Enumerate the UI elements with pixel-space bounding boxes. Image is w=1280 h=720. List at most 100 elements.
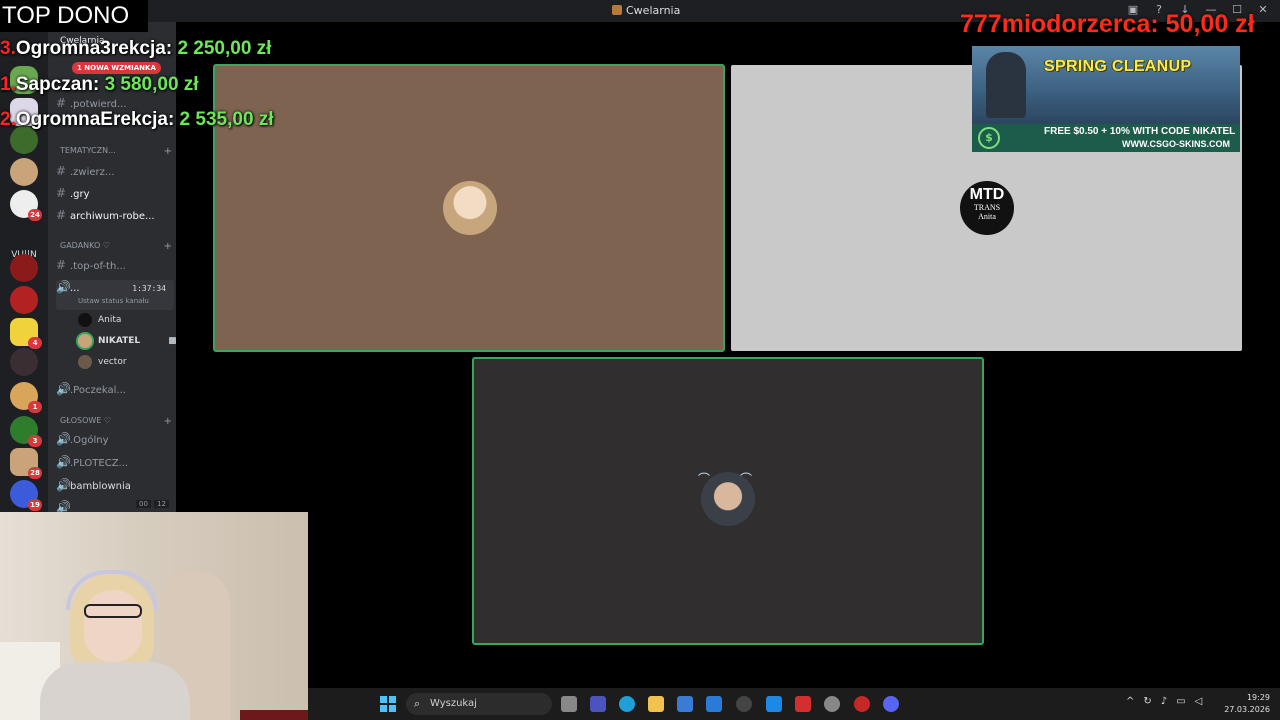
new-mention-pill[interactable]: 1 NOWA WZMIANKA [72,62,161,74]
app-icon[interactable] [736,696,752,712]
microphone-icon[interactable]: ♪ [1161,696,1167,707]
chevron-up-icon[interactable]: ^ [1126,696,1134,707]
task-view-icon[interactable] [561,696,577,712]
add-channel-icon[interactable]: + [164,416,172,427]
leaderboard-row: 1.Sapczan: 3 580,00 zł [0,74,199,96]
app-icon[interactable] [795,696,811,712]
store-icon[interactable] [677,696,693,712]
server-icon[interactable] [10,286,38,314]
opera-icon[interactable] [854,696,870,712]
rank: 3. [0,38,16,59]
server-icon[interactable] [10,254,38,282]
mention-badge: 1 [28,401,42,413]
channel-label: .zwierz... [70,167,115,178]
donor-name: OgromnaErekcja [15,109,168,130]
category-header[interactable]: GŁOSOWE ♡ + [60,416,172,427]
video-tile-vector[interactable]: ⌒⌒ [472,357,984,645]
server-icon[interactable]: 19 [10,480,42,511]
donor-name: Ogromna3rekcja [15,38,166,59]
windows-start-icon[interactable] [380,696,396,712]
donation-amount: 3 580,00 zł [104,74,199,95]
ad-headline: SPRING CLEANUP [1044,58,1192,75]
voice-user-name: Anita [98,315,122,325]
speaker-icon: 🔊 [56,500,71,512]
taskbar-search[interactable]: ⌕ Wyszukaj [406,693,552,715]
server-icon[interactable] [10,348,38,376]
system-tray: ^ ↻ ♪ ▭ ◁ [1126,696,1202,707]
avatar [443,181,497,235]
teams-icon[interactable] [590,696,606,712]
speaker-icon: 🔊 [56,382,71,396]
channel-status-hint[interactable]: Ustaw status kanału [78,297,149,305]
server-icon[interactable]: 1 [10,382,42,413]
close-button[interactable]: ✕ [1256,3,1270,16]
mtd-logo-avatar: MTD TRANS Anita [960,181,1014,235]
voice-user[interactable]: NIKATEL ■ [78,332,176,350]
window-title-text: Cwelarnia [626,4,681,17]
voice-user[interactable]: Anita [78,311,121,329]
windows-taskbar: ⌕ Wyszukaj ^ ↻ ♪ ▭ ◁ 19:29 27.03.2026 [308,688,1280,720]
file-explorer-icon[interactable] [648,696,664,712]
voice-channel[interactable]: 🔊.PLOTECZ... [56,455,174,473]
clock[interactable]: 19:29 27.03.2026 [1224,692,1270,716]
top-donor-banner: 777miodorzerca: 50,00 zł [960,10,1255,39]
text-channel[interactable]: # .top-of-th... [56,258,174,276]
avatar [78,313,92,327]
add-channel-icon[interactable]: + [164,241,172,252]
speaker-icon: 🔊 [56,432,71,446]
webcam-desk-item [240,710,308,720]
mention-badge: 19 [28,499,42,511]
text-channel[interactable]: # .gry [56,186,174,204]
video-tile-anita-brown[interactable] [213,64,725,352]
mention-badge: 3 [28,435,42,447]
search-placeholder: Wyszukaj [430,698,477,709]
sync-icon[interactable]: ↻ [1143,696,1151,707]
mtd-logo-sub: Anita [978,212,996,221]
voice-channel[interactable]: 🔊bamblownia [56,478,174,496]
hash-icon: # [56,186,67,200]
voice-user[interactable]: vector [78,353,127,371]
mail-icon[interactable] [706,696,722,712]
ad-url: WWW.CSGO-SKINS.COM [1122,139,1230,149]
channel-label: .top-of-th... [70,261,126,272]
clock-date: 27.03.2026 [1224,705,1270,714]
webcam-hoodie [40,662,190,720]
search-icon: ⌕ [414,697,421,710]
voice-channel[interactable]: 🔊.Poczekal... [56,382,174,400]
edge-icon[interactable] [619,696,635,712]
category-label: GADANKO ♡ [60,241,110,250]
app-icon[interactable] [766,696,782,712]
separator: : [92,74,105,95]
speaker-icon: 🔊 [56,455,71,469]
ad-character-figure [986,52,1026,118]
avatar [78,334,92,348]
network-icon[interactable]: ▭ [1176,696,1185,707]
text-channel[interactable]: # archiwum-robe... [56,208,174,226]
volume-icon[interactable]: ◁ [1195,696,1203,707]
hash-icon: # [56,164,67,178]
app-icon[interactable] [824,696,840,712]
server-icon[interactable]: 3 [10,416,42,447]
text-channel[interactable]: # .zwierz... [56,164,174,182]
leaderboard-row: 3.Ogromna3rekcja: 2 250,00 zł [0,38,271,60]
sponsor-ad-banner: SPRING CLEANUP $ FREE $0.50 + 10% WITH C… [972,46,1240,152]
voice-user-name: vector [98,357,127,367]
category-header[interactable]: TEMATYCZN... + [60,146,172,157]
voice-channel[interactable]: 🔊 00 12 [56,500,174,512]
donor-name: Sapczan [15,74,93,95]
server-icon[interactable]: 28 [10,448,42,479]
user-count: 00 [136,500,151,508]
leaderboard-row: 2.OgromnaErekcja: 2 535,00 zł [0,109,274,131]
voice-channel[interactable]: 🔊.Ogólny [56,432,174,450]
mtd-logo-sub: TRANS [973,203,1001,212]
discord-icon[interactable] [883,696,899,712]
category-header[interactable]: GADANKO ♡ + [60,241,172,252]
server-icon[interactable]: 24 [10,190,42,221]
voice-timer: 1:37:34 [132,284,166,293]
server-icon[interactable]: 4 [10,318,42,349]
top-dono-label: TOP DONO [0,0,148,32]
add-channel-icon[interactable]: + [164,146,172,157]
server-icon[interactable] [10,158,38,186]
mtd-logo-text: MTD [969,186,1005,203]
horns-decoration-icon: ⌒⌒ [698,472,783,486]
